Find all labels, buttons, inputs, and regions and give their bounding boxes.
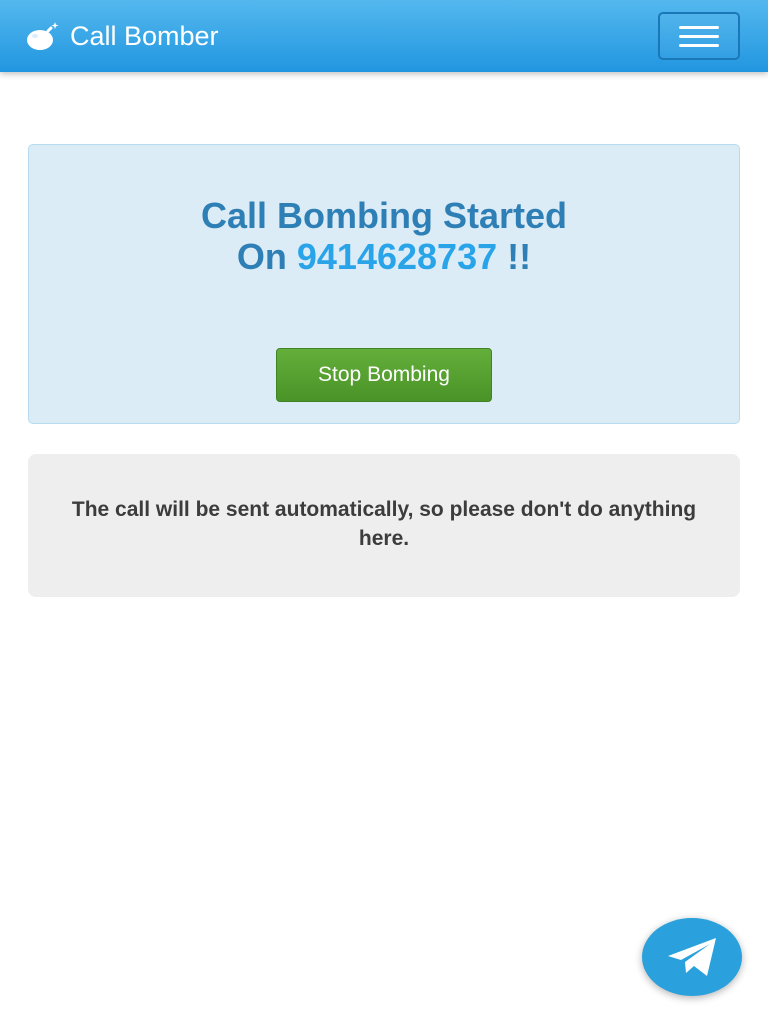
status-suffix: !! bbox=[507, 236, 532, 277]
top-navbar: Call Bomber bbox=[0, 0, 768, 72]
notice-text: The call will be sent automatically, so … bbox=[71, 497, 697, 550]
bombing-status-panel: Call Bombing Started On 9414628737 !! St… bbox=[28, 144, 740, 424]
stop-bombing-button[interactable]: Stop Bombing bbox=[276, 348, 492, 402]
status-heading: Call Bombing Started On 9414628737 !! bbox=[29, 195, 739, 277]
brand-link[interactable]: Call Bomber bbox=[26, 18, 219, 54]
status-line1: Call Bombing Started bbox=[200, 195, 568, 236]
status-prefix: On bbox=[236, 236, 287, 277]
brand-title: Call Bomber bbox=[70, 21, 219, 51]
info-notice: The call will be sent automatically, so … bbox=[28, 454, 740, 597]
target-phone-number: 9414628737 bbox=[296, 236, 498, 277]
telegram-icon bbox=[668, 938, 716, 976]
bomb-icon bbox=[27, 22, 59, 50]
hamburger-menu-icon-bar bbox=[679, 43, 719, 47]
telegram-button[interactable] bbox=[642, 918, 742, 996]
hamburger-menu-icon bbox=[679, 25, 719, 29]
hamburger-menu-icon-bar bbox=[679, 34, 719, 38]
menu-toggle-button[interactable] bbox=[658, 12, 740, 60]
